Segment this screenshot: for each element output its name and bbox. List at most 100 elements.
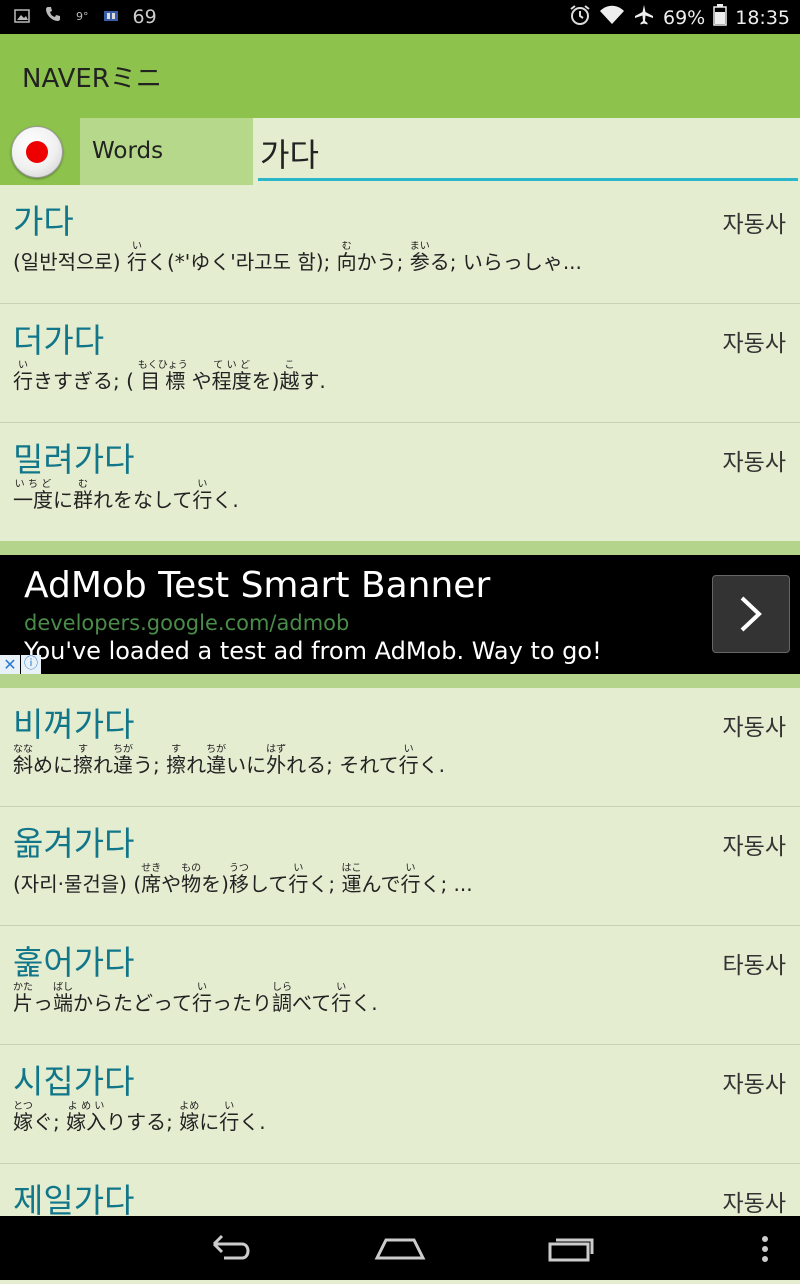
back-button[interactable] xyxy=(180,1216,280,1280)
furigana-word: 向む xyxy=(336,241,357,274)
furigana-word: 調しら xyxy=(272,982,292,1015)
phone-icon xyxy=(44,5,62,28)
furigana-word: 物もの xyxy=(181,863,202,896)
ad-separator xyxy=(0,674,800,688)
entry-part-of-speech: 자동사 xyxy=(722,212,786,238)
status-left: 9° 69 xyxy=(14,5,157,28)
search-input[interactable] xyxy=(258,128,798,181)
entry-part-of-speech: 자동사 xyxy=(722,834,786,860)
furigana-word: 移うつ xyxy=(228,863,249,896)
entry-word: 제일가다 xyxy=(13,1181,135,1220)
entry-definition: 嫁とつぐ; 嫁入よめいりする; 嫁よめに行いく. xyxy=(13,1101,266,1134)
list-item[interactable]: 가다 자동사 (일반적으로) 行いく(*'ゆく'라고도 함); 向むかう; 参ま… xyxy=(0,185,800,304)
recent-apps-button[interactable] xyxy=(522,1216,622,1280)
entry-part-of-speech: 자동사 xyxy=(722,450,786,476)
search-mode-label: Words xyxy=(92,138,164,164)
list-item[interactable]: 옮겨가다 자동사 (자리·물건을) (席せきや物ものを)移うつして行いく; 運は… xyxy=(0,807,800,926)
back-icon xyxy=(212,1234,250,1260)
furigana-word: 行い xyxy=(288,863,309,896)
ad-open-button[interactable] xyxy=(712,575,790,653)
ad-info-icon[interactable]: ⓘ xyxy=(21,655,41,674)
ad-banner[interactable]: AdMob Test Smart Banner developers.googl… xyxy=(0,555,800,674)
furigana-word: 群む xyxy=(73,479,93,512)
furigana-word: 擦す xyxy=(166,744,187,777)
list-item[interactable]: 더가다 자동사 行いきすぎる; ( 目標もくひょう や程度ていどを)越こす. xyxy=(0,304,800,423)
furigana-word: 片かた xyxy=(13,982,33,1015)
entry-definition: 行いきすぎる; ( 目標もくひょう や程度ていどを)越こす. xyxy=(13,360,326,393)
furigana-word: 目標もくひょう xyxy=(137,360,188,393)
furigana-word: 端ぱし xyxy=(53,982,73,1015)
furigana-word: 嫁入よめい xyxy=(66,1101,107,1134)
ad-url: developers.google.com/admob xyxy=(24,611,350,635)
entry-part-of-speech: 자동사 xyxy=(722,715,786,741)
entry-word: 비껴가다 xyxy=(13,705,135,744)
furigana-word: 行い xyxy=(219,1101,240,1134)
app-bar: NAVERミニ xyxy=(0,34,800,118)
furigana-word: 行い xyxy=(192,479,213,512)
entry-definition: 斜ななめに擦すれ違ちがう; 擦すれ違ちがいに外はずれる; それて行いく. xyxy=(13,744,445,777)
furigana-word: 行い xyxy=(400,863,421,896)
home-button[interactable] xyxy=(350,1216,450,1280)
entry-word: 더가다 xyxy=(13,321,105,360)
furigana-word: 越こ xyxy=(279,360,300,393)
battery-icon xyxy=(713,4,727,31)
overflow-menu-button[interactable] xyxy=(740,1216,790,1280)
battery-percent: 69% xyxy=(663,6,706,29)
alarm-icon xyxy=(569,4,591,31)
entry-definition: (일반적으로) 行いく(*'ゆく'라고도 함); 向むかう; 参まいる; いらっ… xyxy=(13,241,582,274)
furigana-word: 行い xyxy=(398,744,419,777)
airplane-icon xyxy=(633,4,655,31)
entry-word: 훑어가다 xyxy=(13,943,135,982)
ad-title: AdMob Test Smart Banner xyxy=(24,565,491,606)
furigana-word: 外はず xyxy=(266,744,287,777)
ad-text: You've loaded a test ad from AdMob. Way … xyxy=(24,637,602,665)
entry-definition: (자리·물건을) (席せきや物ものを)移うつして行いく; 運はこんで行いく; .… xyxy=(13,863,473,896)
furigana-word: 嫁よめ xyxy=(179,1101,200,1134)
image-icon xyxy=(14,6,30,28)
furigana-word: 行い xyxy=(192,982,212,1015)
furigana-word: 行い xyxy=(126,241,147,274)
entry-word: 가다 xyxy=(13,202,74,241)
entry-part-of-speech: 자동사 xyxy=(722,331,786,357)
ad-separator xyxy=(0,541,800,555)
record-button-area xyxy=(0,118,80,185)
status-bar: 9° 69 69% 18:35 xyxy=(0,0,800,34)
entry-part-of-speech: 타동사 xyxy=(722,953,786,979)
furigana-word: 嫁とつ xyxy=(13,1101,33,1134)
record-icon xyxy=(26,141,48,163)
entry-word: 옮겨가다 xyxy=(13,824,135,863)
furigana-word: 参まい xyxy=(409,241,430,274)
furigana-word: 行い xyxy=(13,360,33,393)
entry-part-of-speech: 자동사 xyxy=(722,1191,786,1217)
furigana-word: 運はこ xyxy=(341,863,362,896)
navigation-bar xyxy=(0,1216,800,1280)
wifi-icon xyxy=(599,5,625,30)
record-button[interactable] xyxy=(11,126,63,178)
chevron-right-icon xyxy=(740,596,762,632)
entry-part-of-speech: 자동사 xyxy=(722,1072,786,1098)
furigana-word: 一度いちど xyxy=(13,479,53,512)
furigana-word: 席せき xyxy=(141,863,162,896)
furigana-word: 行い xyxy=(331,982,352,1015)
furigana-word: 程度ていど xyxy=(211,360,252,393)
entry-word: 시집가다 xyxy=(13,1062,135,1101)
furigana-word: 擦す xyxy=(73,744,93,777)
furigana-word: 違ちが xyxy=(113,744,133,777)
home-icon xyxy=(374,1238,426,1260)
overflow-menu-icon xyxy=(762,1236,768,1262)
furigana-word: 斜なな xyxy=(13,744,33,777)
recent-apps-icon xyxy=(548,1238,594,1262)
list-item[interactable]: 밀려가다 자동사 一度いちどに群むれをなして行いく. xyxy=(0,423,800,542)
status-time: 18:35 xyxy=(735,6,790,29)
notification-count: 69 xyxy=(132,5,157,28)
list-item[interactable]: 시집가다 자동사 嫁とつぐ; 嫁入よめいりする; 嫁よめに行いく. xyxy=(0,1045,800,1164)
entry-word: 밀려가다 xyxy=(13,440,135,479)
search-mode-selector[interactable]: Words xyxy=(80,118,253,185)
list-item[interactable]: 훑어가다 타동사 片かたっ端ぱしからたどって行いったり調しらべて行いく. xyxy=(0,926,800,1045)
search-row: Words xyxy=(0,118,800,185)
sim-icon xyxy=(103,6,119,28)
notification-icon: 9° xyxy=(76,10,89,23)
list-item[interactable]: 비껴가다 자동사 斜ななめに擦すれ違ちがう; 擦すれ違ちがいに外はずれる; それ… xyxy=(0,688,800,807)
ad-close-icon[interactable]: ✕ xyxy=(0,655,20,674)
entry-definition: 片かたっ端ぱしからたどって行いったり調しらべて行いく. xyxy=(13,982,378,1015)
